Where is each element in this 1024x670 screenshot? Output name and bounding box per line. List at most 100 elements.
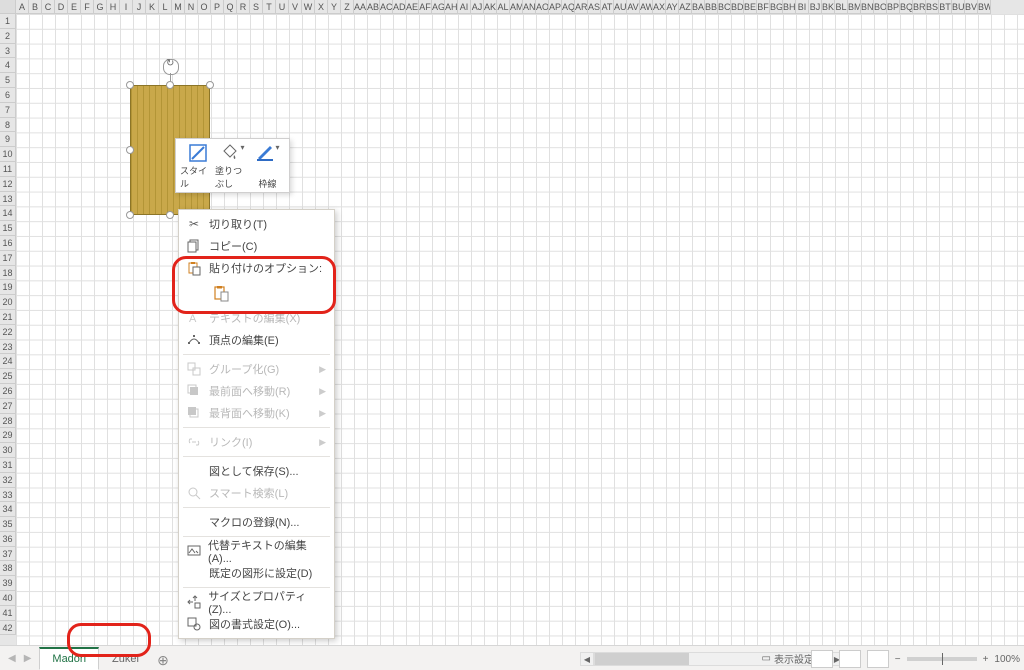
col-header[interactable]: T xyxy=(263,0,276,14)
col-header[interactable]: AN xyxy=(523,0,536,14)
col-header[interactable]: BD xyxy=(731,0,744,14)
col-header[interactable]: BG xyxy=(770,0,783,14)
menu-edit-points[interactable]: 頂点の編集(E) xyxy=(179,329,334,351)
row-header[interactable]: 1 xyxy=(0,14,16,29)
row-header[interactable]: 13 xyxy=(0,192,16,207)
row-header[interactable]: 37 xyxy=(0,547,16,562)
scroll-thumb[interactable] xyxy=(595,653,689,665)
view-page-layout-button[interactable] xyxy=(839,650,861,668)
col-header[interactable]: AP xyxy=(549,0,562,14)
col-header[interactable]: BC xyxy=(718,0,731,14)
col-header[interactable]: AZ xyxy=(679,0,692,14)
zoom-out-button[interactable]: − xyxy=(895,654,901,665)
col-header[interactable]: BH xyxy=(783,0,796,14)
row-header[interactable]: 12 xyxy=(0,177,16,192)
col-header[interactable]: BR xyxy=(913,0,926,14)
col-header[interactable]: AJ xyxy=(471,0,484,14)
resize-handle-b[interactable] xyxy=(166,211,174,219)
style-button[interactable]: スタイル xyxy=(180,143,215,190)
col-header[interactable]: F xyxy=(81,0,94,14)
row-header[interactable]: 42 xyxy=(0,621,16,636)
row-header[interactable]: 31 xyxy=(0,458,16,473)
menu-set-default-shape[interactable]: 既定の図形に設定(D) xyxy=(179,562,334,584)
row-header[interactable]: 41 xyxy=(0,606,16,621)
col-header[interactable]: AA xyxy=(354,0,367,14)
col-header[interactable]: AE xyxy=(406,0,419,14)
row-header[interactable]: 23 xyxy=(0,340,16,355)
col-header[interactable]: AD xyxy=(393,0,406,14)
col-header[interactable]: AU xyxy=(614,0,627,14)
menu-assign-macro[interactable]: マクロの登録(N)... xyxy=(179,511,334,533)
row-header[interactable]: 22 xyxy=(0,325,16,340)
col-header[interactable]: O xyxy=(198,0,211,14)
row-header[interactable]: 26 xyxy=(0,384,16,399)
col-header[interactable]: BM xyxy=(848,0,861,14)
col-header[interactable]: BB xyxy=(705,0,718,14)
row-header[interactable]: 5 xyxy=(0,73,16,88)
col-header[interactable]: BW xyxy=(978,0,991,14)
col-header[interactable]: AB xyxy=(367,0,380,14)
column-headers[interactable]: ABCDEFGHIJKLMNOPQRSTUVWXYZAAABACADAEAFAG… xyxy=(0,0,1024,14)
menu-copy[interactable]: コピー(C) xyxy=(179,235,334,257)
col-header[interactable]: AK xyxy=(484,0,497,14)
col-header[interactable]: N xyxy=(185,0,198,14)
col-header[interactable]: AY xyxy=(666,0,679,14)
menu-size-properties[interactable]: サイズとプロパティ(Z)... xyxy=(179,591,334,613)
col-header[interactable]: BO xyxy=(874,0,887,14)
col-header[interactable]: K xyxy=(146,0,159,14)
col-header[interactable]: AF xyxy=(419,0,432,14)
row-header[interactable]: 15 xyxy=(0,221,16,236)
row-header[interactable]: 32 xyxy=(0,473,16,488)
row-header[interactable]: 4 xyxy=(0,58,16,73)
col-header[interactable]: D xyxy=(55,0,68,14)
col-header[interactable]: C xyxy=(42,0,55,14)
row-header[interactable]: 33 xyxy=(0,488,16,503)
row-header[interactable]: 25 xyxy=(0,369,16,384)
col-header[interactable]: L xyxy=(159,0,172,14)
col-header[interactable]: BS xyxy=(926,0,939,14)
row-header[interactable]: 8 xyxy=(0,118,16,133)
row-header[interactable]: 24 xyxy=(0,354,16,369)
row-header[interactable]: 27 xyxy=(0,399,16,414)
resize-handle-tl[interactable] xyxy=(126,81,134,89)
col-header[interactable]: J xyxy=(133,0,146,14)
row-header[interactable]: 20 xyxy=(0,295,16,310)
col-header[interactable]: AC xyxy=(380,0,393,14)
row-headers[interactable]: 1234567891011121314151617181920212223242… xyxy=(0,14,16,646)
row-header[interactable]: 17 xyxy=(0,251,16,266)
outline-button[interactable]: ▾ 枠線 xyxy=(250,143,285,190)
col-header[interactable]: I xyxy=(120,0,133,14)
col-header[interactable]: AL xyxy=(497,0,510,14)
col-header[interactable]: BT xyxy=(939,0,952,14)
row-header[interactable]: 30 xyxy=(0,443,16,458)
col-header[interactable]: S xyxy=(250,0,263,14)
col-header[interactable]: AQ xyxy=(562,0,575,14)
row-header[interactable]: 7 xyxy=(0,103,16,118)
zoom-in-button[interactable]: + xyxy=(983,654,989,665)
paste-button[interactable] xyxy=(209,281,233,305)
col-header[interactable]: AX xyxy=(653,0,666,14)
tab-nav-next-icon[interactable]: ▶ xyxy=(22,653,34,664)
zoom-slider[interactable] xyxy=(907,657,977,661)
col-header[interactable]: Q xyxy=(224,0,237,14)
col-header[interactable]: BF xyxy=(757,0,770,14)
row-header[interactable]: 39 xyxy=(0,576,16,591)
row-header[interactable]: 40 xyxy=(0,591,16,606)
col-header[interactable]: E xyxy=(68,0,81,14)
col-header[interactable]: BQ xyxy=(900,0,913,14)
sheet-tab-zukei[interactable]: Zukei xyxy=(99,648,152,670)
row-header[interactable]: 21 xyxy=(0,310,16,325)
menu-save-as-picture[interactable]: 図として保存(S)... xyxy=(179,460,334,482)
row-header[interactable]: 18 xyxy=(0,266,16,281)
tab-nav[interactable]: ◀ ▶ xyxy=(0,653,39,664)
row-header[interactable]: 36 xyxy=(0,532,16,547)
col-header[interactable]: BN xyxy=(861,0,874,14)
col-header[interactable]: V xyxy=(289,0,302,14)
row-header[interactable]: 35 xyxy=(0,517,16,532)
resize-handle-t[interactable] xyxy=(166,81,174,89)
col-header[interactable]: BE xyxy=(744,0,757,14)
zoom-value[interactable]: 100% xyxy=(994,654,1020,665)
col-header[interactable]: AM xyxy=(510,0,523,14)
col-header[interactable]: AH xyxy=(445,0,458,14)
row-header[interactable]: 38 xyxy=(0,561,16,576)
